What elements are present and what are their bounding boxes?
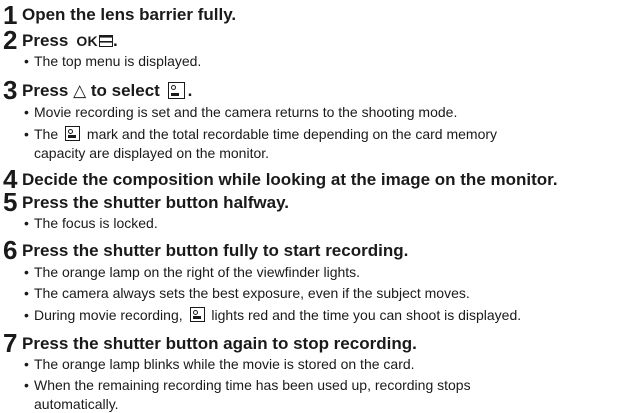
- step-title: Open the lens barrier fully.: [22, 5, 237, 24]
- step-title-prefix: Press: [22, 31, 69, 50]
- ok-button-label: OK: [76, 33, 98, 49]
- step-number: 2: [3, 25, 18, 55]
- movie-mode-icon: [65, 126, 81, 141]
- step-title: Press OK.: [22, 32, 118, 49]
- step-bullet: • The top menu is displayed.: [24, 53, 202, 69]
- step-bullet: • The mark and the total recordable time …: [24, 126, 498, 142]
- up-arrow-icon: △: [73, 81, 87, 100]
- instruction-page: 1 Open the lens barrier fully. 2 Press OK…: [0, 0, 624, 413]
- step-title: Press the shutter button fully to start …: [22, 241, 409, 260]
- step-title: Press the shutter button halfway.: [22, 193, 290, 212]
- step-bullet: • Movie recording is set and the camera r…: [24, 104, 458, 120]
- movie-mode-icon: [167, 82, 185, 99]
- step-number: 3: [3, 75, 18, 105]
- step-bullet-continued: capacity are displayed on the monitor.: [34, 145, 270, 161]
- step-title: Press △ to select .: [22, 81, 193, 100]
- step-bullet: • The orange lamp blinks while the movie …: [24, 356, 415, 372]
- step-bullet: • When the remaining recording time has b…: [24, 377, 471, 393]
- step-bullet: • The camera always sets the best exposur…: [24, 285, 470, 301]
- step-number: 6: [3, 235, 18, 265]
- step-bullet: • The orange lamp on the right of the vie…: [24, 264, 361, 280]
- step-bullet: • The focus is locked.: [24, 215, 158, 231]
- step-title-suffix: .: [112, 31, 118, 50]
- step-number: 7: [3, 328, 18, 358]
- step-number: 5: [3, 187, 18, 217]
- step-bullet: • During movie recording, lights red and …: [24, 307, 522, 323]
- movie-mode-icon: [189, 307, 205, 322]
- step-bullet-continued: automatically.: [34, 396, 119, 412]
- step-title: Press the shutter button again to stop r…: [22, 334, 417, 353]
- step-title: Decide the composition while looking at …: [22, 170, 558, 189]
- menu-icon: [98, 35, 113, 47]
